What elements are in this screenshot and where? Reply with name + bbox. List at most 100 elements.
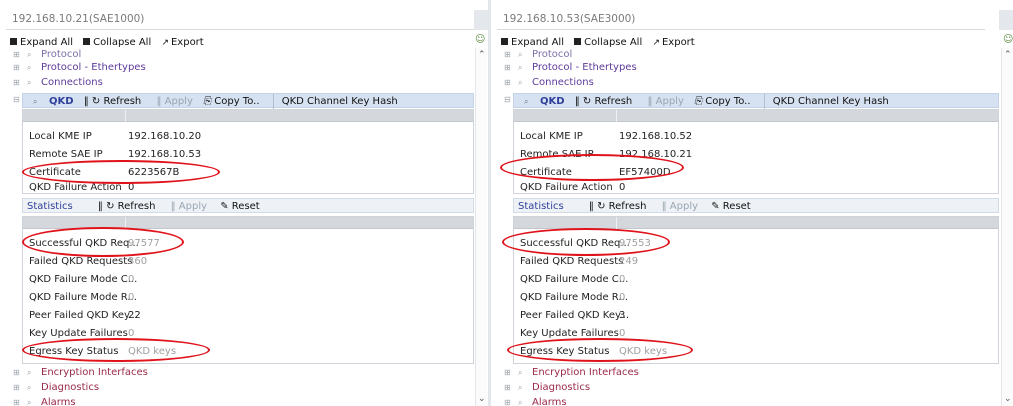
stat-row-peer-failed-qkd-key[interactable]: Peer Failed QKD Key... 22 bbox=[23, 307, 473, 325]
panel-title: 192.168.10.53(SAE3000) bbox=[497, 8, 985, 30]
qkd-channel-key-hash-tab[interactable]: QKD Channel Key Hash bbox=[272, 94, 398, 109]
statistics-grid: Successful QKD Req... 97553 Failed QKD Re… bbox=[513, 216, 999, 364]
refresh-icon: ‖ ↻ bbox=[588, 201, 606, 212]
refresh-button[interactable]: ‖ ↻ Refresh bbox=[84, 94, 142, 109]
square-minus-icon bbox=[83, 38, 91, 45]
expand-icon[interactable]: ⊞ bbox=[504, 396, 511, 406]
qkd-channel-key-hash-tab[interactable]: QKD Channel Key Hash bbox=[763, 94, 889, 109]
apply-icon: ‖ bbox=[170, 201, 176, 212]
stat-row-peer-failed-qkd-key[interactable]: Peer Failed QKD Key... 3 bbox=[514, 307, 998, 325]
square-plus-icon bbox=[501, 38, 508, 45]
magnifier-icon: ⌕ bbox=[33, 97, 38, 106]
collapse-icon[interactable]: ⊟ bbox=[504, 93, 511, 106]
expand-icon[interactable]: ⊞ bbox=[13, 396, 20, 406]
stat-row-qkd-failure-mode-r[interactable]: QKD Failure Mode R... 0 bbox=[23, 289, 473, 307]
square-minus-icon bbox=[574, 38, 582, 45]
expand-icon[interactable]: ⊞ bbox=[13, 381, 20, 394]
qkd-title: QKD bbox=[540, 96, 565, 107]
expand-icon[interactable]: ⊞ bbox=[13, 76, 20, 89]
stat-row-qkd-failure-mode-c[interactable]: QKD Failure Mode C... 0 bbox=[23, 271, 473, 289]
expand-icon[interactable]: ⊞ bbox=[504, 76, 511, 89]
copy-icon: ⎘ bbox=[203, 96, 212, 107]
grid-header bbox=[514, 217, 998, 229]
magnifier-icon: ⌕ bbox=[27, 383, 32, 392]
statistics-reset-button[interactable]: ✎ Reset bbox=[711, 199, 751, 214]
statistics-title: Statistics bbox=[518, 201, 564, 212]
stat-row-key-update-failures[interactable]: Key Update Failures 0 bbox=[23, 325, 473, 343]
stat-row-qkd-failure-mode-c[interactable]: QKD Failure Mode C... 0 bbox=[514, 271, 998, 289]
copy-to-button[interactable]: ⎘ Copy To.. bbox=[203, 94, 259, 109]
setting-row-certificate[interactable]: Certificate EF57400D bbox=[514, 164, 998, 182]
vertical-scrollbar[interactable]: ⌃ ⌄ bbox=[1001, 48, 1013, 406]
refresh-icon: ‖ ↻ bbox=[97, 201, 115, 212]
left-panel: 192.168.10.21(SAE1000) Expand All Collap… bbox=[0, 0, 488, 406]
setting-row-remote-sae-ip[interactable]: Remote SAE IP 192.168.10.53 bbox=[23, 146, 473, 164]
setting-row-qkd-failure-action[interactable]: QKD Failure Action 0 bbox=[514, 182, 998, 194]
magnifier-icon: ⌕ bbox=[518, 63, 523, 72]
statistics-toolbar[interactable]: Statistics ‖ ↻ Refresh ‖ Apply ✎ Reset bbox=[513, 198, 999, 213]
magnifier-icon: ⌕ bbox=[27, 50, 32, 59]
qkd-toolbar[interactable]: ⌕ QKD ‖ ↻ Refresh ‖ Apply ⎘ Copy To.. QK… bbox=[513, 93, 999, 109]
magnifier-icon: ⌕ bbox=[518, 50, 523, 59]
refresh-button[interactable]: ‖ ↻ Refresh bbox=[575, 94, 633, 109]
stat-row-failed-qkd-requests[interactable]: Failed QKD Requests 360 bbox=[23, 253, 473, 271]
expand-icon[interactable]: ⊞ bbox=[504, 61, 511, 74]
export-icon: ↗ bbox=[161, 38, 169, 48]
reset-icon: ✎ bbox=[711, 201, 720, 212]
vertical-scrollbar[interactable]: ⌃ ⌄ bbox=[475, 48, 487, 406]
stat-row-successful-qkd-requests[interactable]: Successful QKD Req... 97577 bbox=[23, 235, 473, 253]
user-icon[interactable]: ☺ bbox=[475, 34, 485, 45]
stat-row-egress-key-status[interactable]: Egress Key Status QKD keys bbox=[514, 343, 998, 361]
tree-view: ⊞ ⌕ Protocol ⊞ ⌕ Protocol - Ethertypes ⊞… bbox=[491, 48, 1001, 406]
expand-icon[interactable]: ⊞ bbox=[13, 61, 20, 74]
statistics-apply-button[interactable]: ‖ Apply bbox=[171, 199, 207, 214]
right-panel: 192.168.10.53(SAE3000) Expand All Collap… bbox=[491, 0, 1013, 406]
magnifier-icon: ⌕ bbox=[27, 368, 32, 377]
setting-row-local-kme-ip[interactable]: Local KME IP 192.168.10.20 bbox=[23, 128, 473, 146]
apply-button[interactable]: ‖ Apply bbox=[647, 94, 683, 109]
user-icon[interactable]: ☺ bbox=[1003, 34, 1013, 45]
apply-button[interactable]: ‖ Apply bbox=[156, 94, 192, 109]
reset-icon: ✎ bbox=[220, 201, 229, 212]
magnifier-icon: ⌕ bbox=[518, 78, 523, 87]
statistics-reset-button[interactable]: ✎ Reset bbox=[220, 199, 260, 214]
expand-icon[interactable]: ⊞ bbox=[13, 48, 20, 61]
setting-row-certificate[interactable]: Certificate 6223567B bbox=[23, 164, 473, 182]
stat-row-key-update-failures[interactable]: Key Update Failures 0 bbox=[514, 325, 998, 343]
collapse-icon[interactable]: ⊟ bbox=[13, 93, 20, 106]
scroll-up-icon[interactable]: ⌃ bbox=[478, 50, 486, 60]
stat-row-qkd-failure-mode-r[interactable]: QKD Failure Mode R... 0 bbox=[514, 289, 998, 307]
panel-title-button[interactable] bbox=[474, 10, 488, 30]
setting-row-remote-sae-ip[interactable]: Remote SAE IP 192.168.10.21 bbox=[514, 146, 998, 164]
stat-row-successful-qkd-requests[interactable]: Successful QKD Req... 97553 bbox=[514, 235, 998, 253]
expand-icon[interactable]: ⊞ bbox=[504, 48, 511, 61]
stat-row-egress-key-status[interactable]: Egress Key Status QKD keys bbox=[23, 343, 473, 361]
stat-row-failed-qkd-requests[interactable]: Failed QKD Requests 249 bbox=[514, 253, 998, 271]
qkd-settings-grid: Local KME IP 192.168.10.20 Remote SAE IP 1… bbox=[22, 109, 474, 194]
expand-icon[interactable]: ⊞ bbox=[504, 366, 511, 379]
scroll-up-icon[interactable]: ⌃ bbox=[1004, 50, 1012, 60]
magnifier-icon: ⌕ bbox=[518, 398, 523, 406]
qkd-title: QKD bbox=[49, 96, 74, 107]
scroll-down-icon[interactable]: ⌄ bbox=[1004, 394, 1012, 404]
statistics-apply-button[interactable]: ‖ Apply bbox=[662, 199, 698, 214]
statistics-toolbar[interactable]: Statistics ‖ ↻ Refresh ‖ Apply ✎ Reset bbox=[22, 198, 474, 213]
magnifier-icon: ⌕ bbox=[27, 63, 32, 72]
scroll-down-icon[interactable]: ⌄ bbox=[478, 394, 486, 404]
square-plus-icon bbox=[10, 38, 17, 45]
panel-title: 192.168.10.21(SAE1000) bbox=[6, 8, 476, 30]
copy-to-button[interactable]: ⎘ Copy To.. bbox=[694, 94, 750, 109]
expand-icon[interactable]: ⊞ bbox=[13, 366, 20, 379]
export-icon: ↗ bbox=[652, 38, 660, 48]
setting-row-qkd-failure-action[interactable]: QKD Failure Action 0 bbox=[23, 182, 473, 194]
setting-row-local-kme-ip[interactable]: Local KME IP 192.168.10.52 bbox=[514, 128, 998, 146]
statistics-refresh-button[interactable]: ‖ ↻ Refresh bbox=[98, 199, 156, 214]
tree-view: ⊞ ⌕ Protocol ⊞ ⌕ Protocol - Ethertypes ⊞… bbox=[0, 48, 474, 406]
magnifier-icon: ⌕ bbox=[524, 97, 529, 106]
refresh-icon: ‖ ↻ bbox=[83, 96, 101, 107]
apply-icon: ‖ bbox=[156, 96, 162, 107]
qkd-toolbar[interactable]: ⌕ QKD ‖ ↻ Refresh ‖ Apply ⎘ Copy To.. QK… bbox=[22, 93, 474, 109]
expand-icon[interactable]: ⊞ bbox=[504, 381, 511, 394]
statistics-refresh-button[interactable]: ‖ ↻ Refresh bbox=[589, 199, 647, 214]
panel-title-button[interactable] bbox=[999, 10, 1013, 30]
